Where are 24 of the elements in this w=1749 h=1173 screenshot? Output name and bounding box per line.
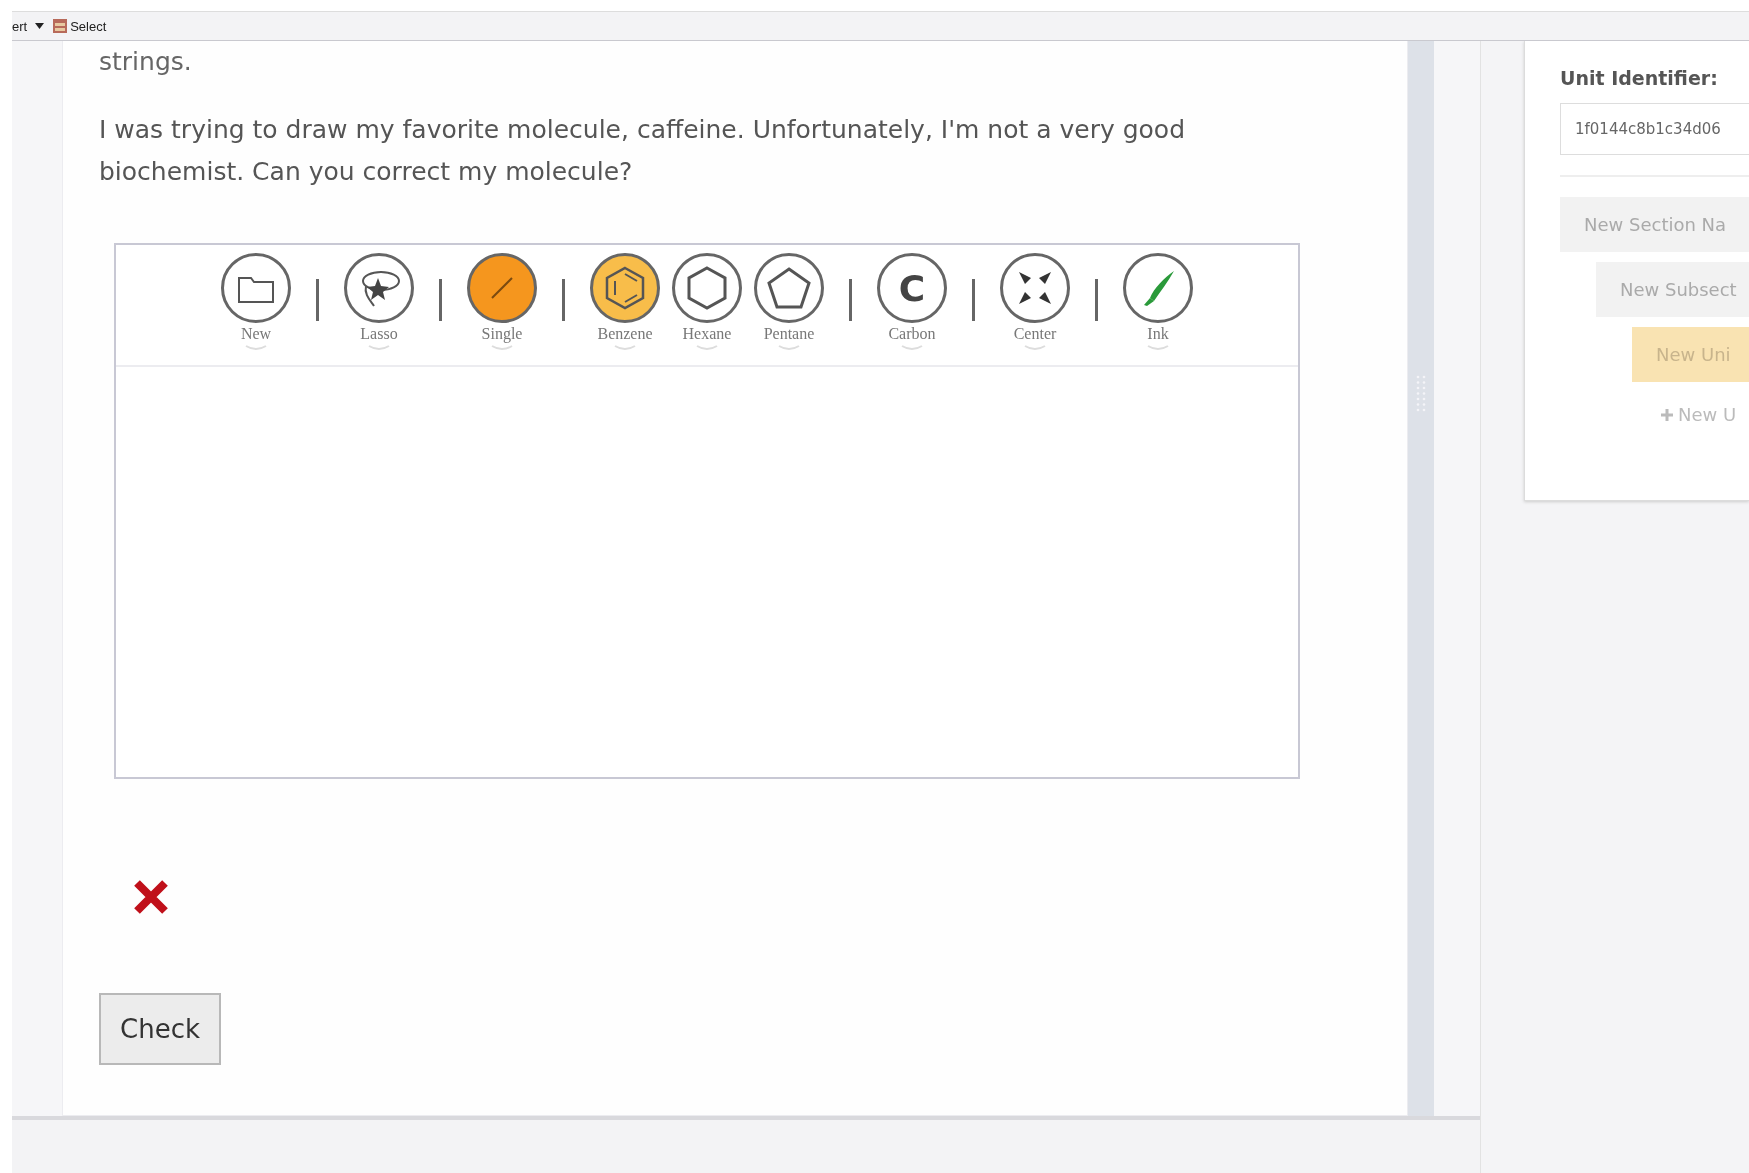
check-button[interactable]: Check — [99, 993, 221, 1065]
chevron-icon[interactable] — [1147, 345, 1169, 351]
question-text: I was trying to draw my favorite molecule, caffeine. Unfortunately, I'm not a very good biochemist. Can you correct my molecule? — [99, 114, 1186, 188]
identifier-field[interactable]: 1f0144c8b1c34d06 — [1560, 103, 1749, 155]
menu-label[interactable]: ert — [12, 18, 28, 34]
chevron-icon[interactable] — [778, 345, 800, 351]
book-icon[interactable] — [52, 18, 69, 34]
plus-icon[interactable] — [1660, 407, 1674, 422]
chevron-icon[interactable] — [614, 345, 636, 351]
carbon-label: C — [898, 267, 926, 309]
chevron-icon[interactable] — [245, 345, 267, 351]
hexagon-icon — [687, 266, 727, 310]
hexagon-ring-icon — [605, 266, 645, 310]
chevron-icon[interactable] — [491, 345, 513, 351]
chevron-icon[interactable] — [696, 345, 718, 351]
chevron-icon[interactable] — [1024, 345, 1046, 351]
chevron-icon[interactable] — [368, 345, 390, 351]
chevron-icon[interactable] — [901, 345, 923, 351]
pentagon-icon — [767, 267, 811, 309]
question-text: strings. — [99, 46, 193, 78]
caret-icon[interactable] — [35, 23, 45, 29]
field-label: Unit Identifier: — [1560, 67, 1719, 89]
select-label[interactable]: Select — [70, 18, 107, 34]
scroll-bar[interactable] — [1408, 41, 1434, 1116]
